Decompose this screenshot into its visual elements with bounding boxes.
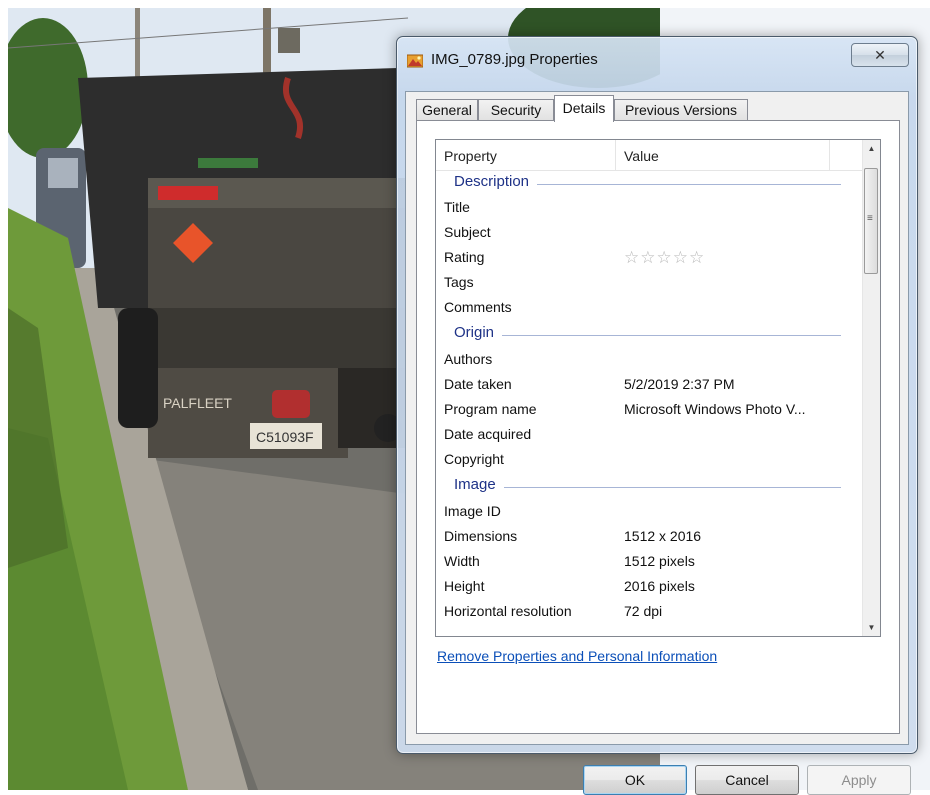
scroll-down-arrow-icon[interactable]: ▼ [863,619,880,636]
tab-general[interactable]: General [416,99,478,121]
star-icon[interactable]: ☆ [624,248,639,267]
list-body: Description Title Subject Rating ☆☆☆☆☆ T… [436,171,863,636]
details-panel: Property Value Description Title Subject [416,120,900,734]
list-item[interactable]: Subject [436,221,863,246]
property-name: Copyright [444,451,504,467]
list-item[interactable]: Width 1512 pixels [436,550,863,575]
title-bar[interactable]: IMG_0789.jpg Properties ✕ [397,37,917,83]
tab-previous-versions[interactable]: Previous Versions [614,99,748,121]
properties-dialog: IMG_0789.jpg Properties ✕ General Securi… [396,36,918,795]
property-name: Program name [444,401,537,417]
property-value: 1512 pixels [624,553,695,569]
vertical-scrollbar[interactable]: ▲ ≡ ▼ [862,140,880,636]
property-value: 5/2/2019 2:37 PM [624,376,735,392]
property-name: Authors [444,351,493,367]
list-item[interactable]: Horizontal resolution 72 dpi [436,600,863,625]
list-header: Property Value [436,140,863,171]
property-name: Date taken [444,376,512,392]
column-header-property[interactable]: Property [436,140,616,170]
list-item[interactable]: Program name Microsoft Windows Photo V..… [436,398,863,423]
list-item[interactable]: Authors [436,348,863,373]
group-label: Image [454,476,504,493]
list-item[interactable]: Copyright [436,448,863,473]
list-item[interactable]: Dimensions 1512 x 2016 [436,525,863,550]
star-icon[interactable]: ☆ [689,248,704,267]
property-name: Comments [444,299,512,315]
group-divider [454,335,841,336]
property-name: Horizontal resolution [444,603,572,619]
group-label: Description [454,173,538,190]
property-name: Rating [444,249,485,265]
image-file-icon [406,53,424,69]
grip-icon: ≡ [867,213,873,224]
license-plate-text: C51093F [256,429,314,445]
property-value: 2016 pixels [624,578,695,594]
property-name: Height [444,578,485,594]
scrollbar-thumb[interactable]: ≡ [864,168,878,274]
property-name: Subject [444,224,491,240]
list-item[interactable]: Date taken 5/2/2019 2:37 PM [436,373,863,398]
list-item[interactable]: Image ID [436,500,863,525]
close-icon: ✕ [874,47,886,63]
scroll-up-arrow-icon[interactable]: ▲ [863,140,880,157]
property-name: Width [444,553,480,569]
property-name: Title [444,199,470,215]
group-divider [454,487,841,488]
group-header-description[interactable]: Description [436,171,863,196]
close-button[interactable]: ✕ [851,43,909,67]
list-item[interactable]: Comments [436,296,863,321]
window-title: IMG_0789.jpg Properties [431,51,598,68]
tab-details[interactable]: Details [554,95,614,122]
property-name: Tags [444,274,474,290]
property-value: 72 dpi [624,603,663,619]
list-item[interactable]: Rating ☆☆☆☆☆ [436,246,863,271]
dialog-client-area: General Security Details Previous Versio… [405,91,911,795]
property-list[interactable]: Property Value Description Title Subject [435,139,881,637]
column-header-value[interactable]: Value [616,140,830,170]
group-header-origin[interactable]: Origin [436,322,863,347]
cancel-button[interactable]: Cancel [695,765,799,795]
group-header-image[interactable]: Image [436,474,863,499]
star-icon[interactable]: ☆ [673,248,688,267]
list-item[interactable]: Date acquired [436,423,863,448]
truck-brand-text: PALFLEET [163,395,232,411]
property-value: Microsoft Windows Photo V... [624,401,806,417]
group-label: Origin [454,324,503,341]
remove-properties-link[interactable]: Remove Properties and Personal Informati… [437,648,717,664]
list-item[interactable]: Tags [436,271,863,296]
apply-button[interactable]: Apply [807,765,911,795]
property-name: Dimensions [444,528,518,544]
list-item[interactable]: Title [436,196,863,221]
ok-button[interactable]: OK [583,765,687,795]
star-icon[interactable]: ☆ [657,248,672,267]
star-icon[interactable]: ☆ [640,248,655,267]
property-name: Image ID [444,503,501,519]
tab-security[interactable]: Security [478,99,554,121]
list-item[interactable]: Height 2016 pixels [436,575,863,600]
property-value: 1512 x 2016 [624,528,702,544]
rating-stars[interactable]: ☆☆☆☆☆ [624,248,705,268]
property-name: Date acquired [444,426,532,442]
